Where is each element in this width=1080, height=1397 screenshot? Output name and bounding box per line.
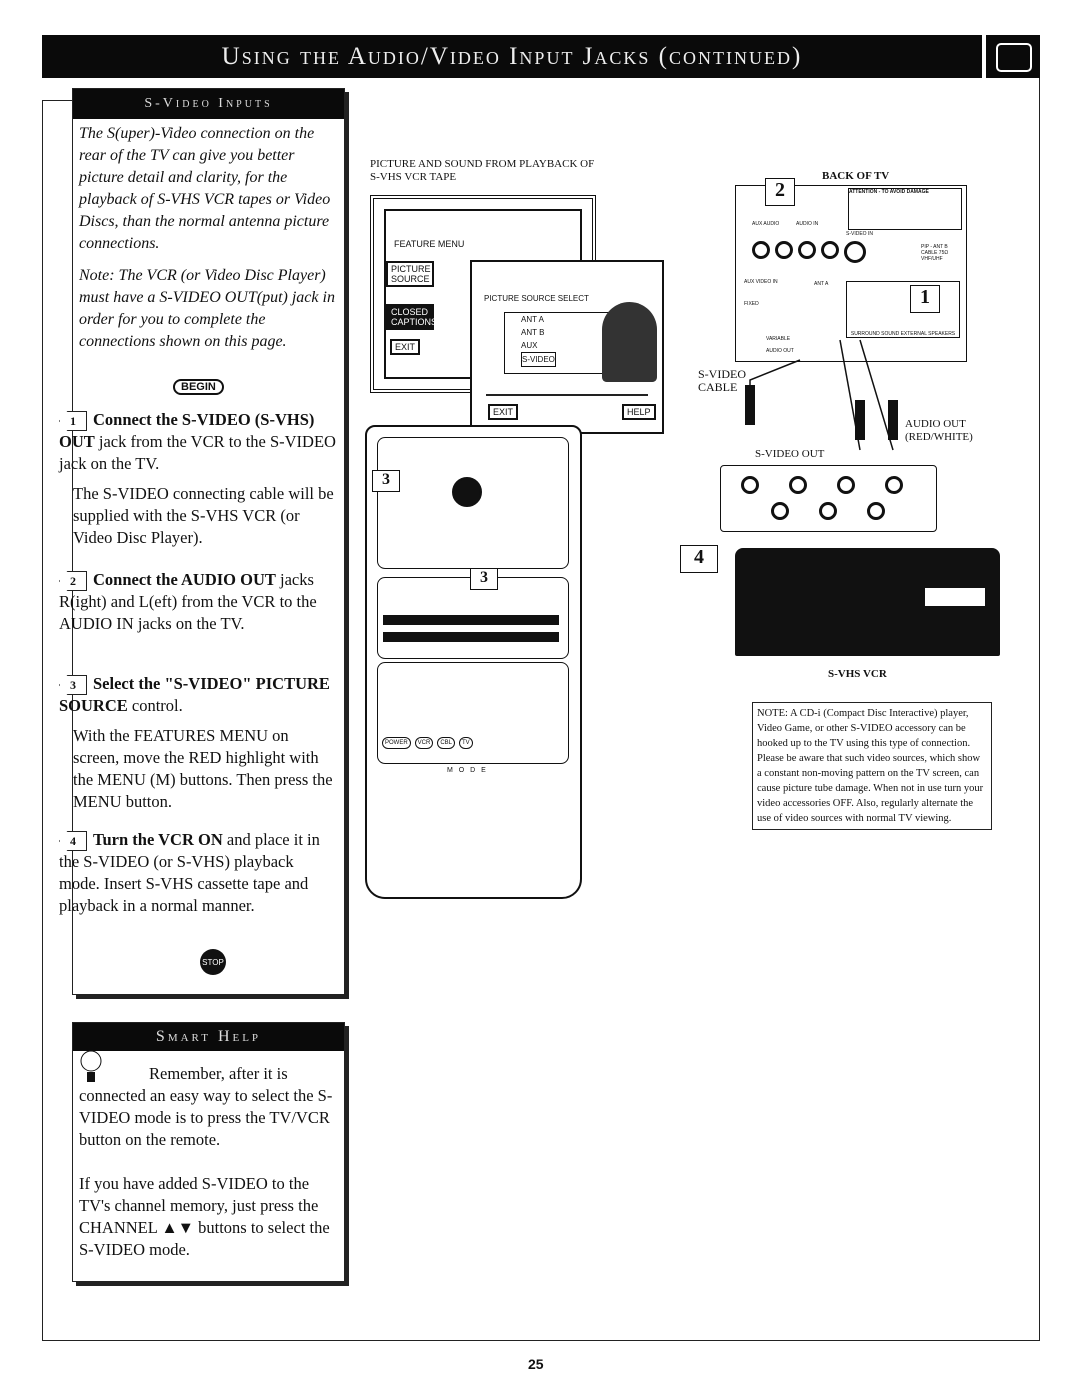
- aux-audio-label: AUX AUDIO: [752, 221, 780, 227]
- stop-icon: STOP: [200, 949, 226, 975]
- cbl-key: CBL: [437, 737, 456, 749]
- audio-jacks-row: [752, 241, 866, 263]
- step-heading: Turn the VCR ON: [93, 830, 223, 849]
- step-heading: Connect the AUDIO OUT: [93, 570, 276, 589]
- cdi-note-box: NOTE: A CD-i (Compact Disc Interactive) …: [752, 702, 992, 830]
- step-number: 4: [59, 831, 87, 851]
- manual-page: Using the Audio/Video Input Jacks (conti…: [0, 0, 1080, 1397]
- step-body: jack from the VCR to the S-VIDEO jack on…: [59, 432, 336, 473]
- source-options-list: ANT A ANT B AUX S-VIDEO: [504, 312, 618, 374]
- audio-in-label: AUDIO IN: [796, 221, 819, 227]
- step-extra: With the FEATURES MENU on screen, move t…: [73, 726, 333, 811]
- feature-menu-label: FEATURE MENU: [394, 239, 465, 249]
- step-extra: The S-VIDEO connecting cable will be sup…: [73, 484, 334, 547]
- attention-label: ATTENTION - TO AVOID DAMAGE: [848, 188, 962, 230]
- remote-mode-keys: POWER VCR CBL TV: [382, 737, 473, 749]
- callout-2: 2: [765, 178, 795, 206]
- vcr-label: S-VHS VCR: [828, 668, 887, 680]
- frame-line: [1039, 78, 1040, 1340]
- remote-control-illustration: M O D E POWER VCR CBL TV: [365, 425, 582, 899]
- svideo-out-label: S-VIDEO OUT: [755, 448, 825, 460]
- option-s-video: S-VIDEO: [521, 352, 556, 367]
- source-select-label: PICTURE SOURCE SELECT: [484, 294, 589, 303]
- vcr-note: Note: The VCR (or Video Disc Player) mus…: [79, 267, 335, 350]
- step-body: control.: [131, 696, 183, 715]
- step-2: 2 Connect the AUDIO OUT jacks R(ight) and…: [59, 569, 337, 635]
- step-3: 3 Select the "S-VIDEO" PICTURE SOURCE con…: [59, 673, 337, 813]
- menu-button-icon: [452, 477, 482, 507]
- panel-header: S-Video Inputs: [73, 89, 344, 119]
- step-4: 4 Turn the VCR ON and place it in the S-V…: [59, 829, 337, 917]
- tv-caption: PICTURE AND SOUND FROM PLAYBACK OF S-VHS…: [370, 158, 595, 183]
- menu-item-closed-captions: CLOSED CAPTIONS: [386, 304, 437, 330]
- remote-mode-label: M O D E: [447, 767, 488, 774]
- step-heading: Select the "S-VIDEO" PICTURE SOURCE: [59, 674, 330, 715]
- ant-a-label: ANT A: [814, 281, 829, 287]
- popup-help: HELP: [622, 404, 656, 420]
- smart-help-text-2: If you have added S-VIDEO to the TV's ch…: [79, 1174, 330, 1259]
- intro-text: The S(uper)-Video connection on the rear…: [79, 125, 331, 252]
- frame-line: [42, 1340, 1040, 1341]
- vcr-illustration: [735, 548, 1000, 656]
- tv-screen-icon: [986, 35, 1040, 78]
- step-number: 1: [59, 411, 87, 431]
- menu-item-picture-source: PICTURE SOURCE: [386, 261, 434, 287]
- vcr-key: VCR: [414, 737, 434, 749]
- callout-3a: 3: [372, 470, 400, 492]
- tv-key: TV: [459, 737, 473, 749]
- page-number: 25: [528, 1356, 544, 1372]
- pip-label: PIP - ANT B CABLE 75Ω VHF/UHF: [921, 244, 949, 262]
- svideo-cable-label: S-VIDEO CABLE: [698, 367, 746, 394]
- step-number: 3: [59, 675, 87, 695]
- smart-help-panel: Smart Help Remember, after it is connect…: [72, 1022, 345, 1282]
- audio-out-label: AUDIO OUT (RED/WHITE): [905, 418, 973, 443]
- page-title: Using the Audio/Video Input Jacks (conti…: [42, 35, 982, 78]
- frame-line: [42, 100, 43, 1340]
- frame-line: [42, 100, 72, 101]
- picture-source-popup: PICTURE SOURCE SELECT ANT A ANT B AUX S-…: [470, 260, 664, 434]
- callout-4: 4: [680, 545, 718, 573]
- svideo-in-label: S-VIDEO IN: [846, 231, 873, 237]
- vcr-jack-panel: [720, 465, 937, 532]
- step-1: 1 Connect the S-VIDEO (S-VHS) OUT jack fr…: [59, 409, 337, 549]
- power-key: POWER: [382, 737, 411, 749]
- callout-3b: 3: [470, 568, 498, 590]
- panda-image: [602, 302, 657, 382]
- menu-item-exit: EXIT: [390, 339, 421, 355]
- svideo-inputs-panel: S-Video Inputs The S(uper)-Video connect…: [59, 88, 345, 995]
- step-number: 2: [59, 571, 87, 591]
- back-of-tv-label: BACK OF TV: [822, 170, 890, 182]
- popup-exit: EXIT: [488, 404, 519, 420]
- panel-header: Smart Help: [73, 1023, 344, 1051]
- begin-badge: BEGIN: [173, 379, 224, 395]
- aux-video-label: AUX VIDEO IN: [744, 279, 778, 285]
- smart-help-text-1: Remember, after it is connected an easy …: [79, 1064, 333, 1149]
